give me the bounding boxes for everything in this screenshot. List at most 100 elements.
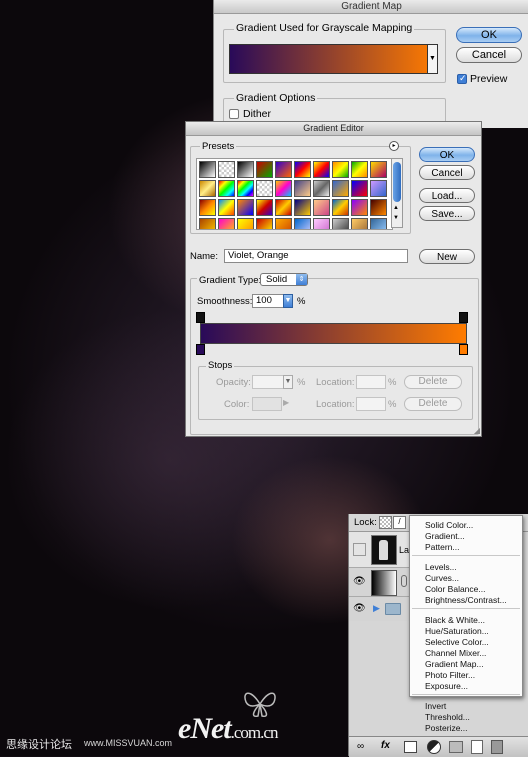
color-location-field[interactable] [356,397,386,411]
preset-swatch[interactable] [275,161,292,178]
menu-item[interactable]: Selective Color... [425,637,489,647]
save-button[interactable]: Save... [419,206,475,221]
expand-triangle-icon[interactable]: ▶ [373,603,380,614]
preset-swatch[interactable] [199,218,216,229]
preset-swatch[interactable] [275,218,292,229]
preset-swatch[interactable] [313,218,330,229]
menu-item[interactable]: Brightness/Contrast... [425,595,507,605]
menu-item[interactable]: Color Balance... [425,584,485,594]
preset-swatch[interactable] [313,199,330,216]
menu-item[interactable]: Photo Filter... [425,670,475,680]
cancel-button[interactable]: Cancel [456,47,522,63]
preset-swatch[interactable] [313,161,330,178]
menu-item[interactable]: Gradient... [425,531,465,541]
visibility-toggle-empty[interactable] [353,543,366,556]
preset-swatch[interactable] [351,218,368,229]
menu-item[interactable]: Posterize... [425,723,468,733]
opacity-location-field[interactable] [356,375,386,389]
preset-swatch[interactable] [370,180,387,197]
new-group-icon[interactable] [449,741,463,753]
color-delete-button[interactable]: Delete [404,397,462,411]
editor-ok-button[interactable]: OK [419,147,475,162]
mask-icon[interactable] [404,741,417,753]
adjustment-layer-icon[interactable] [427,740,441,754]
editor-cancel-button[interactable]: Cancel [419,165,475,180]
new-layer-icon[interactable] [471,740,483,754]
preset-swatch[interactable] [256,218,273,229]
preset-swatch[interactable] [218,161,235,178]
preset-swatch[interactable] [237,199,254,216]
preset-swatch[interactable] [218,218,235,229]
preset-swatch[interactable] [199,180,216,197]
presets-menu-icon[interactable]: ▸ [389,141,399,151]
menu-item[interactable]: Solid Color... [425,520,473,530]
menu-item[interactable]: Exposure... [425,681,468,691]
preset-swatch[interactable] [237,218,254,229]
presets-scrollbar[interactable]: ▲ ▼ [391,158,403,228]
opacity-dropdown-icon[interactable]: ▼ [283,375,293,389]
menu-item[interactable]: Threshold... [425,712,470,722]
preset-swatch[interactable] [294,180,311,197]
preset-swatch[interactable] [370,161,387,178]
link-layers-icon[interactable]: ∞ [357,741,364,752]
preset-swatch[interactable] [294,218,311,229]
name-field[interactable]: Violet, Orange [224,249,408,263]
gradient-type-select[interactable]: Solid ⇕ [260,273,308,286]
layer-row-1[interactable]: Lay [349,532,414,568]
trash-icon[interactable] [491,740,503,754]
preset-swatch[interactable] [351,161,368,178]
fx-icon[interactable]: fx [381,740,390,751]
layer-row-2[interactable]: 👁 [349,568,411,597]
preset-swatch[interactable] [218,199,235,216]
preset-swatch[interactable] [199,161,216,178]
menu-item[interactable]: Pattern... [425,542,460,552]
gradient-map-preview-bar[interactable] [229,44,437,74]
opacity-field[interactable] [252,375,284,389]
load-button[interactable]: Load... [419,188,475,203]
preset-swatch[interactable] [218,180,235,197]
preset-swatch[interactable] [332,218,349,229]
presets-scroll-thumb[interactable] [393,162,401,202]
preset-swatch[interactable] [237,180,254,197]
preset-swatch[interactable] [256,180,273,197]
color-stop-right[interactable] [459,344,468,355]
preset-swatch[interactable] [332,180,349,197]
preview-checkbox[interactable] [457,73,467,84]
scroll-up-arrow-icon[interactable]: ▲ [393,205,399,211]
preset-swatch[interactable] [256,161,273,178]
menu-item[interactable]: Hue/Saturation... [425,626,489,636]
eye-icon[interactable]: 👁 [353,576,366,587]
scroll-down-arrow-icon[interactable]: ▼ [393,215,399,221]
gradient-map-titlebar[interactable]: Gradient Map [214,0,528,14]
lock-brush-icon[interactable]: / [393,516,406,529]
preset-swatch[interactable] [237,161,254,178]
menu-item[interactable]: Black & White... [425,615,485,625]
color-stop-left[interactable] [196,344,205,355]
resize-grip-icon[interactable]: ◢ [474,426,480,435]
gradient-ramp[interactable] [200,323,467,344]
menu-item[interactable]: Levels... [425,562,457,572]
opacity-delete-button[interactable]: Delete [404,375,462,389]
smoothness-field[interactable]: 100 [252,294,284,308]
opacity-stop-right[interactable] [459,312,468,323]
preset-swatch[interactable] [199,199,216,216]
preset-swatch[interactable] [256,199,273,216]
preset-swatch[interactable] [275,180,292,197]
color-arrow-icon[interactable]: ▶ [283,398,289,407]
preset-swatch[interactable] [370,218,387,229]
layer-row-3[interactable]: 👁 ▶ [349,597,411,621]
eye-icon[interactable]: 👁 [353,603,366,614]
gradient-editor-titlebar[interactable]: Gradient Editor [186,122,481,136]
menu-item[interactable]: Gradient Map... [425,659,484,669]
smoothness-dropdown-icon[interactable]: ▼ [283,294,293,308]
menu-item[interactable]: Invert [425,701,446,711]
dither-checkbox[interactable] [229,109,239,119]
menu-item[interactable]: Curves... [425,573,459,583]
lock-transparency-icon[interactable] [379,516,392,529]
menu-item[interactable]: Channel Mixer... [425,648,486,658]
preset-swatch[interactable] [351,199,368,216]
preset-swatch[interactable] [332,161,349,178]
gradient-dropdown-arrow[interactable]: ▼ [427,44,438,74]
preset-swatch[interactable] [313,180,330,197]
color-swatch-field[interactable] [252,397,282,411]
